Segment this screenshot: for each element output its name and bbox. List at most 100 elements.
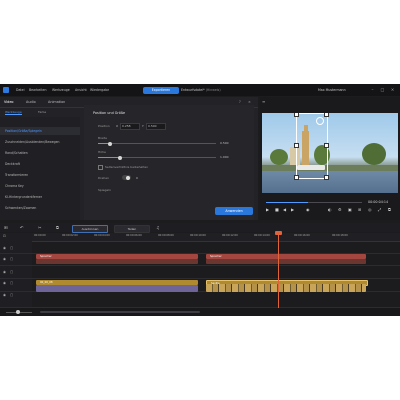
play-icon[interactable]: ▶ (266, 207, 269, 212)
menu-tools[interactable]: Werkzeuge (52, 88, 70, 92)
ruler-label: 00:00:04:00 (94, 234, 110, 237)
thin-out-button[interactable]: Ausdünnen (72, 224, 108, 233)
ruler-label: 00:00:00 (34, 234, 46, 237)
time-ruler[interactable]: 00:00:00 00:00:02:00 00:00:04:00 00:00:0… (32, 233, 400, 242)
width-slider-knob[interactable] (108, 141, 112, 146)
trim-icon[interactable]: ⧉ (56, 225, 59, 230)
resize-handle-tl[interactable] (294, 113, 299, 117)
resize-handle-bl[interactable] (294, 175, 299, 180)
properties-panel: Video Audio Animation ? × Werkzeuge Farb… (0, 97, 337, 220)
subtab-color[interactable]: Farbe (38, 110, 46, 114)
close-icon[interactable]: × (390, 87, 395, 92)
video-clip-left-body[interactable] (36, 285, 198, 292)
preview-image (262, 113, 398, 193)
resize-handle-left[interactable] (294, 143, 299, 148)
tool-border-shadow[interactable]: Rand/Schatten (5, 151, 28, 155)
help-icon[interactable]: ? (239, 100, 241, 104)
scissors-icon[interactable]: ✂ (38, 225, 42, 230)
width-slider[interactable] (98, 141, 216, 146)
tool-opacity[interactable]: Deckkraft (5, 162, 20, 166)
rotation-toggle[interactable] (122, 175, 131, 180)
track-manager-icon[interactable]: ⊞ (4, 225, 8, 230)
aspect-checkbox[interactable] (98, 165, 103, 170)
preview-pane: ≡ 00:00:04:14 ▶ ■ ◀ ▶ ◉ ◐ ⚙ ▣ ⊞ ◎ ⤢ ⧉ (260, 97, 400, 220)
fullscreen-icon[interactable]: ⤢ (378, 207, 381, 212)
tool-chroma-key[interactable]: Chroma Key (5, 184, 24, 188)
resize-handle-right[interactable] (324, 143, 329, 148)
tab-video[interactable]: Video (4, 100, 14, 104)
next-frame-icon[interactable]: ▶ (291, 207, 294, 212)
tool-transform[interactable]: Transformieren (5, 173, 28, 177)
audio-mix-icon[interactable]: ♫ (156, 225, 160, 230)
stop-icon[interactable]: ■ (275, 207, 279, 212)
text-clip-right-lower[interactable] (206, 259, 366, 264)
tool-crop[interactable]: Zuschneiden/Ausblenden/Bewegen (5, 140, 59, 144)
camera-icon[interactable]: ◎ (368, 207, 372, 212)
snapshot-icon[interactable]: ◉ (306, 207, 310, 212)
split-button[interactable]: Teilen (114, 224, 150, 233)
ruler-label: 00:00:06:00 (126, 234, 142, 237)
clip-label: Sprecher (40, 254, 52, 258)
resize-handle-br[interactable] (324, 175, 329, 180)
timeline-bottom-bar (0, 308, 400, 316)
ruler-label: 00:00:18:00 (332, 234, 348, 237)
apply-button[interactable]: Anwenden (215, 207, 253, 215)
resize-handle-tr[interactable] (324, 113, 329, 117)
project-title: Entwurfsdatei* (Hinweis) (181, 88, 221, 92)
quality-icon[interactable]: ▣ (348, 207, 352, 212)
zoom-slider[interactable] (6, 310, 32, 314)
panel-subtabs: Werkzeuge Farbe (0, 108, 80, 116)
prev-frame-icon[interactable]: ◀ (283, 207, 286, 212)
user-name[interactable]: Max Mustermann (318, 88, 346, 92)
clip-label: Sprecher (210, 254, 222, 258)
video-editor-window: Datei Bearbeiten Werkzeuge Ansicht Wiede… (0, 84, 400, 316)
timeline-toolbar: ⊞ ↶ ✂ ⧉ Ausdünnen Teilen ♫ (0, 223, 400, 233)
safe-area-icon[interactable]: ⊞ (358, 207, 361, 212)
ruler-label: 00:00:02:00 (62, 234, 78, 237)
track-row (0, 292, 400, 308)
rotation-label: Drehen (98, 176, 109, 180)
tree-shape (362, 143, 386, 165)
minimize-icon[interactable]: – (370, 87, 375, 92)
clip-label: 00_00_08 (40, 280, 53, 284)
rotate-handle-icon[interactable] (316, 117, 324, 125)
tab-animation[interactable]: Animation (48, 100, 65, 104)
timeline-scrollbar[interactable] (40, 311, 200, 313)
tool-position-size[interactable]: Position/Größe/Spiegeln (5, 129, 42, 133)
preview-menu-icon[interactable]: ≡ (262, 99, 265, 104)
position-label: Position (98, 124, 110, 128)
text-clip-left-lower[interactable] (36, 259, 198, 264)
width-value: 0.500 (220, 141, 229, 145)
detach-icon[interactable]: ⧉ (388, 207, 391, 212)
playback-progress[interactable] (266, 202, 362, 203)
playhead[interactable] (278, 233, 279, 309)
title-bar: Datei Bearbeiten Werkzeuge Ansicht Wiede… (0, 84, 400, 96)
maximize-icon[interactable]: □ (380, 87, 385, 92)
undo-icon[interactable]: ↶ (20, 225, 24, 230)
export-button[interactable]: Exportieren (143, 87, 179, 94)
mirror-label: Spiegeln (98, 188, 111, 192)
height-slider-knob[interactable] (118, 155, 122, 160)
menu-playback[interactable]: Wiedergabe (90, 88, 109, 92)
menu-file[interactable]: Datei (16, 88, 25, 92)
height-value: 1.000 (220, 155, 229, 159)
menu-edit[interactable]: Bearbeiten (29, 88, 47, 92)
lock-all-icon[interactable]: ⊡ (3, 234, 6, 238)
ruler-label: 00:00:16:00 (294, 234, 310, 237)
menu-view[interactable]: Ansicht (75, 88, 87, 92)
panel-close-icon[interactable]: × (248, 100, 251, 104)
settings-icon[interactable]: ⚙ (338, 207, 342, 212)
volume-icon[interactable]: ◐ (328, 207, 332, 212)
tree-shape (270, 149, 288, 165)
tool-ai-background[interactable]: KI-Hintergrundentferner (5, 195, 42, 199)
tab-audio[interactable]: Audio (26, 100, 36, 104)
tool-pan-zoom[interactable]: Schwenken/Zoomen (5, 206, 36, 210)
video-clip-right-thumbnails[interactable] (206, 284, 366, 292)
position-size-settings: Position und Größe Position X 0.258 Y 0.… (84, 105, 337, 220)
height-slider[interactable] (98, 155, 216, 160)
section-title: Position und Größe (93, 111, 126, 115)
project-name: Entwurfsdatei* (181, 88, 205, 92)
subtab-tools[interactable]: Werkzeuge (5, 110, 22, 115)
position-x-value: 0.258 (122, 124, 131, 128)
track-row (0, 242, 400, 254)
